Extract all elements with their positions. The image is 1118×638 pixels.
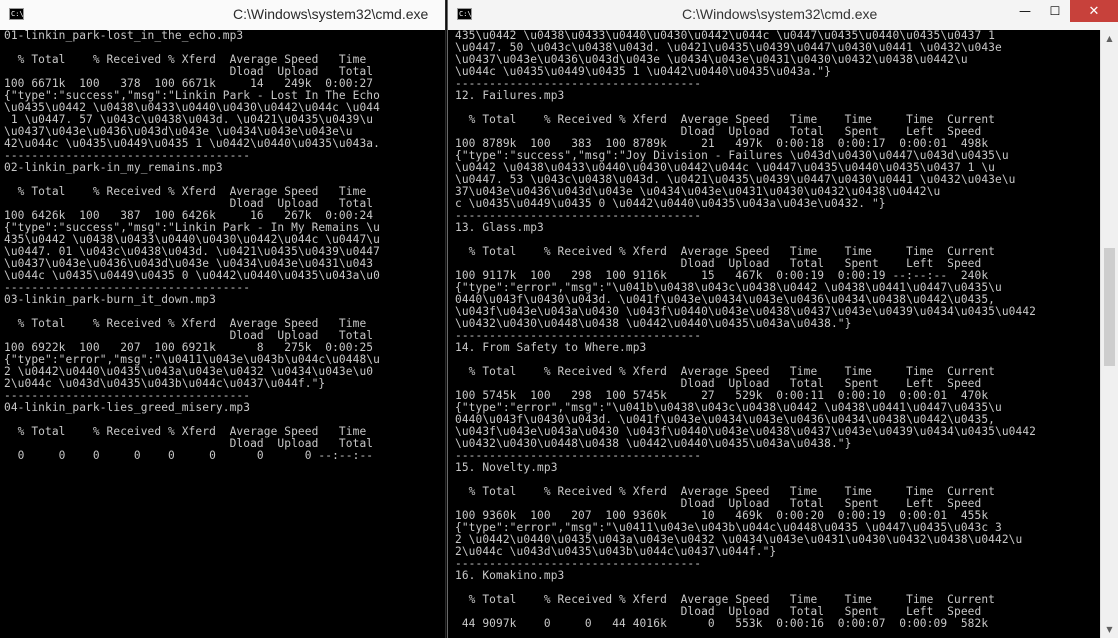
right-console-output[interactable]: 435\u0442 \u0438\u0433\u0440\u0430\u0442… [448, 30, 1101, 638]
cmd-icon[interactable]: C:\. [457, 8, 472, 20]
left-window-title: C:\Windows\system32\cmd.exe [233, 6, 429, 22]
window-controls: — ☐ ✕ [1010, 0, 1118, 22]
left-console-text: 01-linkin_park-lost_in_the_echo.mp3 % To… [4, 30, 380, 462]
scrollbar-thumb[interactable] [1104, 248, 1115, 366]
right-title-bar[interactable]: C:\. C:\Windows\system32\cmd.exe — ☐ ✕ [448, 0, 1118, 30]
right-window-title: C:\Windows\system32\cmd.exe [682, 6, 878, 22]
left-title-bar[interactable]: C:\. C:\Windows\system32\cmd.exe [0, 0, 445, 30]
scroll-up-arrow-icon[interactable]: ▲ [1101, 30, 1118, 47]
cmd-icon[interactable]: C:\. [9, 8, 24, 20]
right-cmd-window[interactable]: C:\. C:\Windows\system32\cmd.exe — ☐ ✕ 4… [447, 0, 1118, 638]
left-cmd-window[interactable]: C:\. C:\Windows\system32\cmd.exe 01-link… [0, 0, 446, 638]
scroll-down-arrow-icon[interactable]: ▼ [1101, 621, 1118, 638]
close-button[interactable]: ✕ [1070, 0, 1118, 22]
maximize-button[interactable]: ☐ [1040, 0, 1070, 22]
vertical-scrollbar[interactable]: ▲ ▼ [1100, 30, 1118, 638]
left-console-output[interactable]: 01-linkin_park-lost_in_the_echo.mp3 % To… [0, 30, 445, 638]
right-console-text: 435\u0442 \u0438\u0433\u0440\u0430\u0442… [455, 30, 1037, 630]
minimize-button[interactable]: — [1010, 0, 1040, 22]
